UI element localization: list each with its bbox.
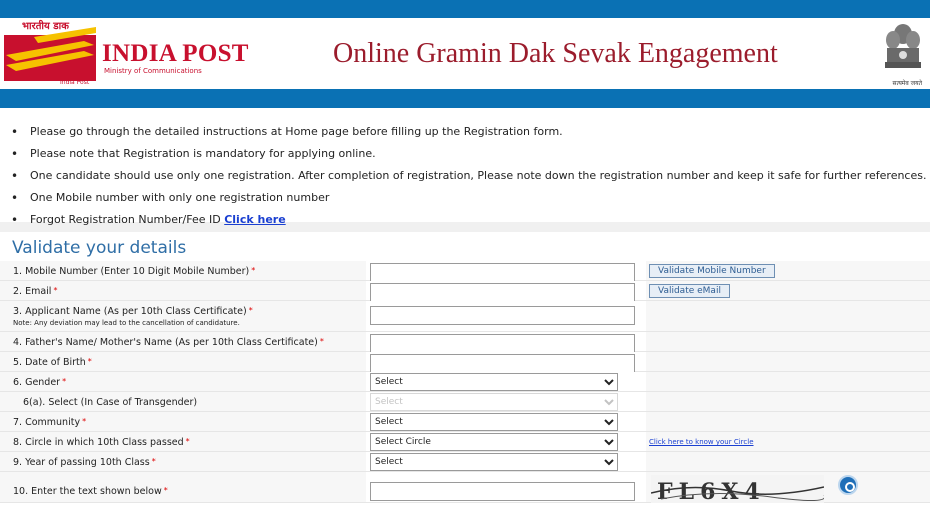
form-row-parent: 4. Father's Name/ Mother's Name (As per … <box>0 332 930 353</box>
required-marker: * <box>53 286 58 295</box>
form-row-dob: 5. Date of Birth * <box>0 352 930 373</box>
email-input[interactable] <box>370 283 635 302</box>
instruction-item: One candidate should use only one regist… <box>0 165 930 187</box>
validate-email-button[interactable]: Validate eMail <box>649 284 730 298</box>
form-row-community: 7. Community * Select <box>0 412 930 432</box>
transgender-select[interactable]: Select <box>370 393 618 411</box>
instruction-item: One Mobile number with only one registra… <box>0 187 930 209</box>
form-row-name: 3. Applicant Name (As per 10th Class Cer… <box>0 301 930 332</box>
gender-label: 6. Gender * <box>13 377 67 388</box>
required-marker: * <box>163 486 168 495</box>
page-title: Online Gramin Dak Sevak Engagement <box>333 38 778 69</box>
required-marker: * <box>82 417 87 426</box>
form-row-gender: 6. Gender * Select <box>0 372 930 392</box>
logo-small-text: India Post <box>60 79 90 86</box>
parent-name-input[interactable] <box>370 334 635 353</box>
logo-ministry-text: Ministry of Communications <box>104 67 202 75</box>
top-blue-bar <box>0 0 930 18</box>
required-marker: * <box>248 306 253 315</box>
required-marker: * <box>185 437 190 446</box>
header-bottom-bar <box>0 89 930 108</box>
mobile-input[interactable] <box>370 263 635 282</box>
required-marker: * <box>62 377 67 386</box>
year-label: 9. Year of passing 10th Class * <box>13 457 156 468</box>
site-header: भारतीय डाक INDIA POST Ministry of Commun… <box>0 18 930 89</box>
captcha-refresh-icon[interactable] <box>838 475 858 495</box>
form-row-circle: 8. Circle in which 10th Class passed * Se… <box>0 432 930 452</box>
year-select[interactable]: Select <box>370 453 618 471</box>
captcha-label: 10. Enter the text shown below * <box>13 486 168 497</box>
transgender-label: 6(a). Select (In Case of Transgender) <box>23 397 198 408</box>
required-marker: * <box>151 457 156 466</box>
instructions-panel: Please go through the detailed instructi… <box>0 108 930 232</box>
applicant-name-input[interactable] <box>370 306 635 325</box>
captcha-input[interactable] <box>370 482 635 501</box>
form-row-captcha: 10. Enter the text shown below * FL6X4 <box>0 472 930 503</box>
logo-hindi-text: भारतीय डाक <box>22 21 69 32</box>
community-select[interactable]: Select <box>370 413 618 431</box>
form-row-year: 9. Year of passing 10th Class * Select <box>0 452 930 472</box>
form-section-title: Validate your details <box>12 238 187 258</box>
form-row-mobile: 1. Mobile Number (Enter 10 Digit Mobile … <box>0 261 930 282</box>
dob-input[interactable] <box>370 354 635 373</box>
form-row-email: 2. Email * Validate eMail <box>0 281 930 302</box>
circle-label: 8. Circle in which 10th Class passed * <box>13 437 190 448</box>
instructions-list: Please go through the detailed instructi… <box>0 121 930 231</box>
logo-title: INDIA POST <box>102 40 249 67</box>
instruction-item: Please go through the detailed instructi… <box>0 121 930 143</box>
forgot-click-here-link[interactable]: Click here <box>224 213 285 226</box>
forgot-text: Forgot Registration Number/Fee ID <box>30 213 225 226</box>
know-your-circle-link[interactable]: Click here to know your Circle <box>649 438 754 446</box>
required-marker: * <box>319 337 324 346</box>
captcha-noise-icon <box>651 486 824 502</box>
mobile-label: 1. Mobile Number (Enter 10 Digit Mobile … <box>13 266 256 277</box>
name-note: Note: Any deviation may lead to the canc… <box>13 319 240 327</box>
parent-name-label: 4. Father's Name/ Mother's Name (As per … <box>13 337 324 348</box>
instruction-item-forgot: Forgot Registration Number/Fee ID Click … <box>0 209 930 231</box>
captcha-image: FL6X4 <box>651 475 824 503</box>
name-label: 3. Applicant Name (As per 10th Class Cer… <box>13 306 253 317</box>
form-row-transgender: 6(a). Select (In Case of Transgender) Se… <box>0 392 930 412</box>
community-label: 7. Community * <box>13 417 87 428</box>
national-emblem-icon <box>885 24 921 68</box>
gender-select[interactable]: Select <box>370 373 618 391</box>
dob-label: 5. Date of Birth * <box>13 357 92 368</box>
instruction-item: Please note that Registration is mandato… <box>0 143 930 165</box>
circle-select[interactable]: Select Circle <box>370 433 618 451</box>
validate-mobile-button[interactable]: Validate Mobile Number <box>649 264 775 278</box>
required-marker: * <box>251 266 256 275</box>
email-label: 2. Email * <box>13 286 58 297</box>
required-marker: * <box>87 357 92 366</box>
emblem-caption: सत्यमेव जयते <box>892 80 922 87</box>
